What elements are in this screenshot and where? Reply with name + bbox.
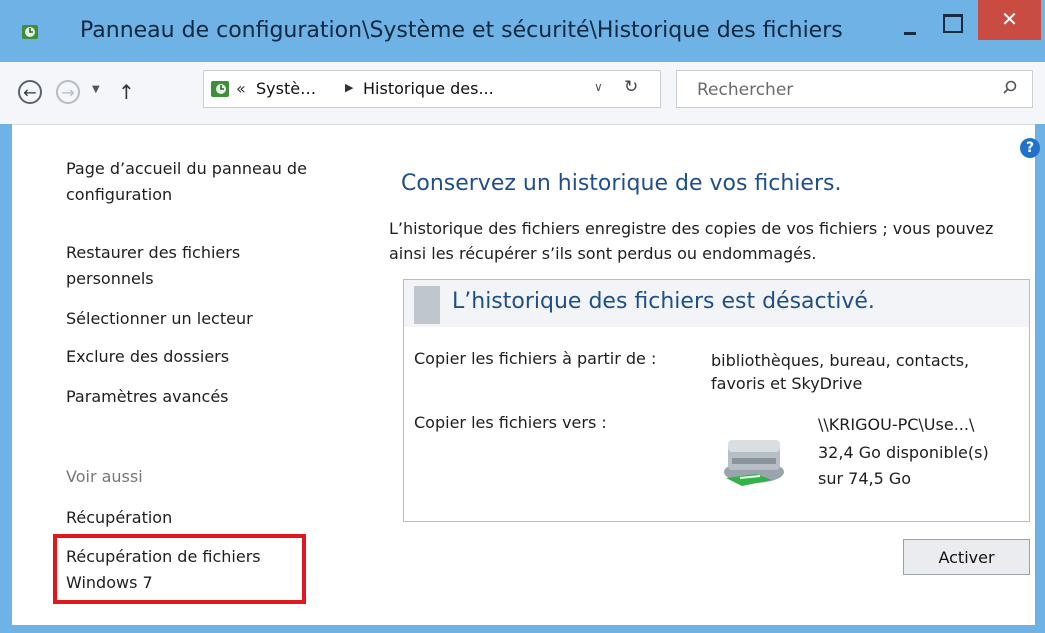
- window-frame-bottom: [0, 625, 1045, 633]
- file-history-app-icon: [22, 25, 38, 39]
- activate-button[interactable]: Activer: [903, 539, 1030, 575]
- status-indicator-bar: [414, 286, 440, 324]
- sidebar-link-exclude-folders[interactable]: Exclure des dossiers: [66, 344, 229, 370]
- window-frame-left: [0, 124, 12, 633]
- copy-to-label: Copier les fichiers vers :: [414, 413, 607, 432]
- see-also-heading: Voir aussi: [66, 467, 143, 486]
- breadcrumb-file-history[interactable]: Historique des...: [363, 79, 494, 98]
- maximize-button[interactable]: [943, 14, 963, 33]
- sidebar-link-select-drive[interactable]: Sélectionner un lecteur: [66, 306, 253, 332]
- sidebar-link-restore-personal-files[interactable]: Restaurer des fichiers personnels: [66, 240, 296, 292]
- copy-from-value: bibliothèques, bureau, contacts, favoris…: [711, 351, 970, 393]
- search-box[interactable]: [676, 70, 1033, 109]
- status-header: L’historique des fichiers est désactivé.: [404, 280, 1029, 327]
- page-description: L’historique des fichiers enregistre des…: [389, 219, 994, 263]
- refresh-icon[interactable]: ↻: [624, 77, 638, 97]
- red-highlight-frame: [53, 534, 306, 604]
- window-title: Panneau de configuration\Système et sécu…: [80, 18, 843, 43]
- close-button[interactable]: ✕: [978, 0, 1041, 40]
- breadcrumb-system-security[interactable]: Systè…: [256, 79, 316, 98]
- page-title: Conservez un historique de vos fichiers.: [401, 171, 842, 196]
- drive-total-space: sur 74,5 Go: [818, 469, 912, 488]
- status-message: L’historique des fichiers est désactivé.: [452, 289, 875, 314]
- external-drive-icon: [724, 440, 784, 486]
- address-overflow-chevrons[interactable]: «: [236, 79, 246, 98]
- back-button[interactable]: ←: [18, 80, 42, 104]
- drive-path: \\KRIGOU-PC\Use...\: [818, 415, 975, 434]
- recent-locations-dropdown[interactable]: ▼: [92, 84, 100, 95]
- file-history-status-panel: L’historique des fichiers est désactivé.: [403, 279, 1030, 522]
- address-dropdown-icon[interactable]: ∨: [594, 80, 603, 94]
- minimize-button[interactable]: [900, 20, 922, 40]
- up-button[interactable]: ↑: [118, 80, 135, 104]
- drive-free-space: 32,4 Go disponible(s): [818, 443, 989, 462]
- sidebar-link-control-panel-home[interactable]: Page d’accueil du panneau de configurati…: [66, 156, 366, 208]
- forward-button[interactable]: →: [56, 80, 80, 104]
- search-icon[interactable]: [1002, 80, 1018, 96]
- see-also-link-recovery[interactable]: Récupération: [66, 505, 172, 531]
- address-bar[interactable]: « Systè… ▶ Historique des... ∨ ↻: [203, 70, 661, 108]
- sidebar-link-advanced-settings[interactable]: Paramètres avancés: [66, 384, 229, 410]
- title-bar: Panneau de configuration\Système et sécu…: [0, 0, 1045, 62]
- window-frame-right: [1035, 124, 1045, 633]
- copy-from-label: Copier les fichiers à partir de :: [414, 349, 657, 368]
- help-icon[interactable]: ?: [1020, 138, 1040, 158]
- file-history-location-icon: [211, 81, 229, 97]
- search-input[interactable]: [677, 71, 1019, 109]
- breadcrumb-separator-arrow[interactable]: ▶: [345, 81, 353, 94]
